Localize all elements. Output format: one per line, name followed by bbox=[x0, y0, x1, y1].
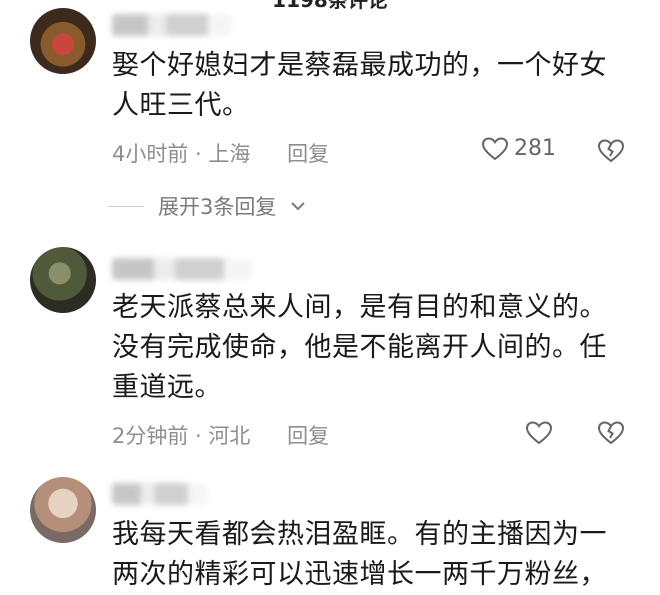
expand-replies-button[interactable]: 展开3条回复 bbox=[108, 191, 306, 221]
broken-heart-icon[interactable] bbox=[598, 139, 624, 163]
username-blurred[interactable] bbox=[112, 483, 207, 505]
heart-outline-icon bbox=[482, 136, 508, 160]
comment-meta: 4小时前 · 上海 回复 bbox=[112, 138, 329, 168]
avatar[interactable] bbox=[30, 247, 96, 313]
username-blurred[interactable] bbox=[112, 258, 252, 280]
time-location: 2分钟前 · 河北 bbox=[112, 424, 251, 448]
like-count: 281 bbox=[514, 136, 556, 161]
heart-outline-icon[interactable] bbox=[526, 421, 552, 445]
reply-button[interactable]: 回复 bbox=[287, 424, 329, 448]
username-blurred[interactable] bbox=[112, 14, 232, 36]
divider-line bbox=[108, 205, 144, 207]
comment-text: 娶个好媳妇才是蔡磊最成功的，一个好女人旺三代。 bbox=[112, 50, 607, 121]
like-button[interactable]: 281 bbox=[482, 136, 556, 161]
expand-replies-label: 展开3条回复 bbox=[158, 195, 277, 219]
comment-meta: 2分钟前 · 河北 回复 bbox=[112, 420, 329, 450]
chevron-down-icon bbox=[291, 202, 306, 211]
reply-button[interactable]: 回复 bbox=[287, 142, 329, 166]
comment-text: 老天派蔡总来人间，是有目的和意义的。没有完成使命，他是不能离开人间的。任重道远。 bbox=[112, 292, 607, 403]
avatar[interactable] bbox=[30, 8, 96, 74]
comment-text: 我每天看都会热泪盈眶。有的主播因为一两次的精彩可以迅速增长一两千万粉丝， bbox=[112, 519, 607, 590]
broken-heart-icon[interactable] bbox=[598, 421, 624, 445]
comments-count-title: 1198条评论 bbox=[272, 0, 388, 12]
time-location: 4小时前 · 上海 bbox=[112, 142, 251, 166]
avatar[interactable] bbox=[30, 477, 96, 543]
